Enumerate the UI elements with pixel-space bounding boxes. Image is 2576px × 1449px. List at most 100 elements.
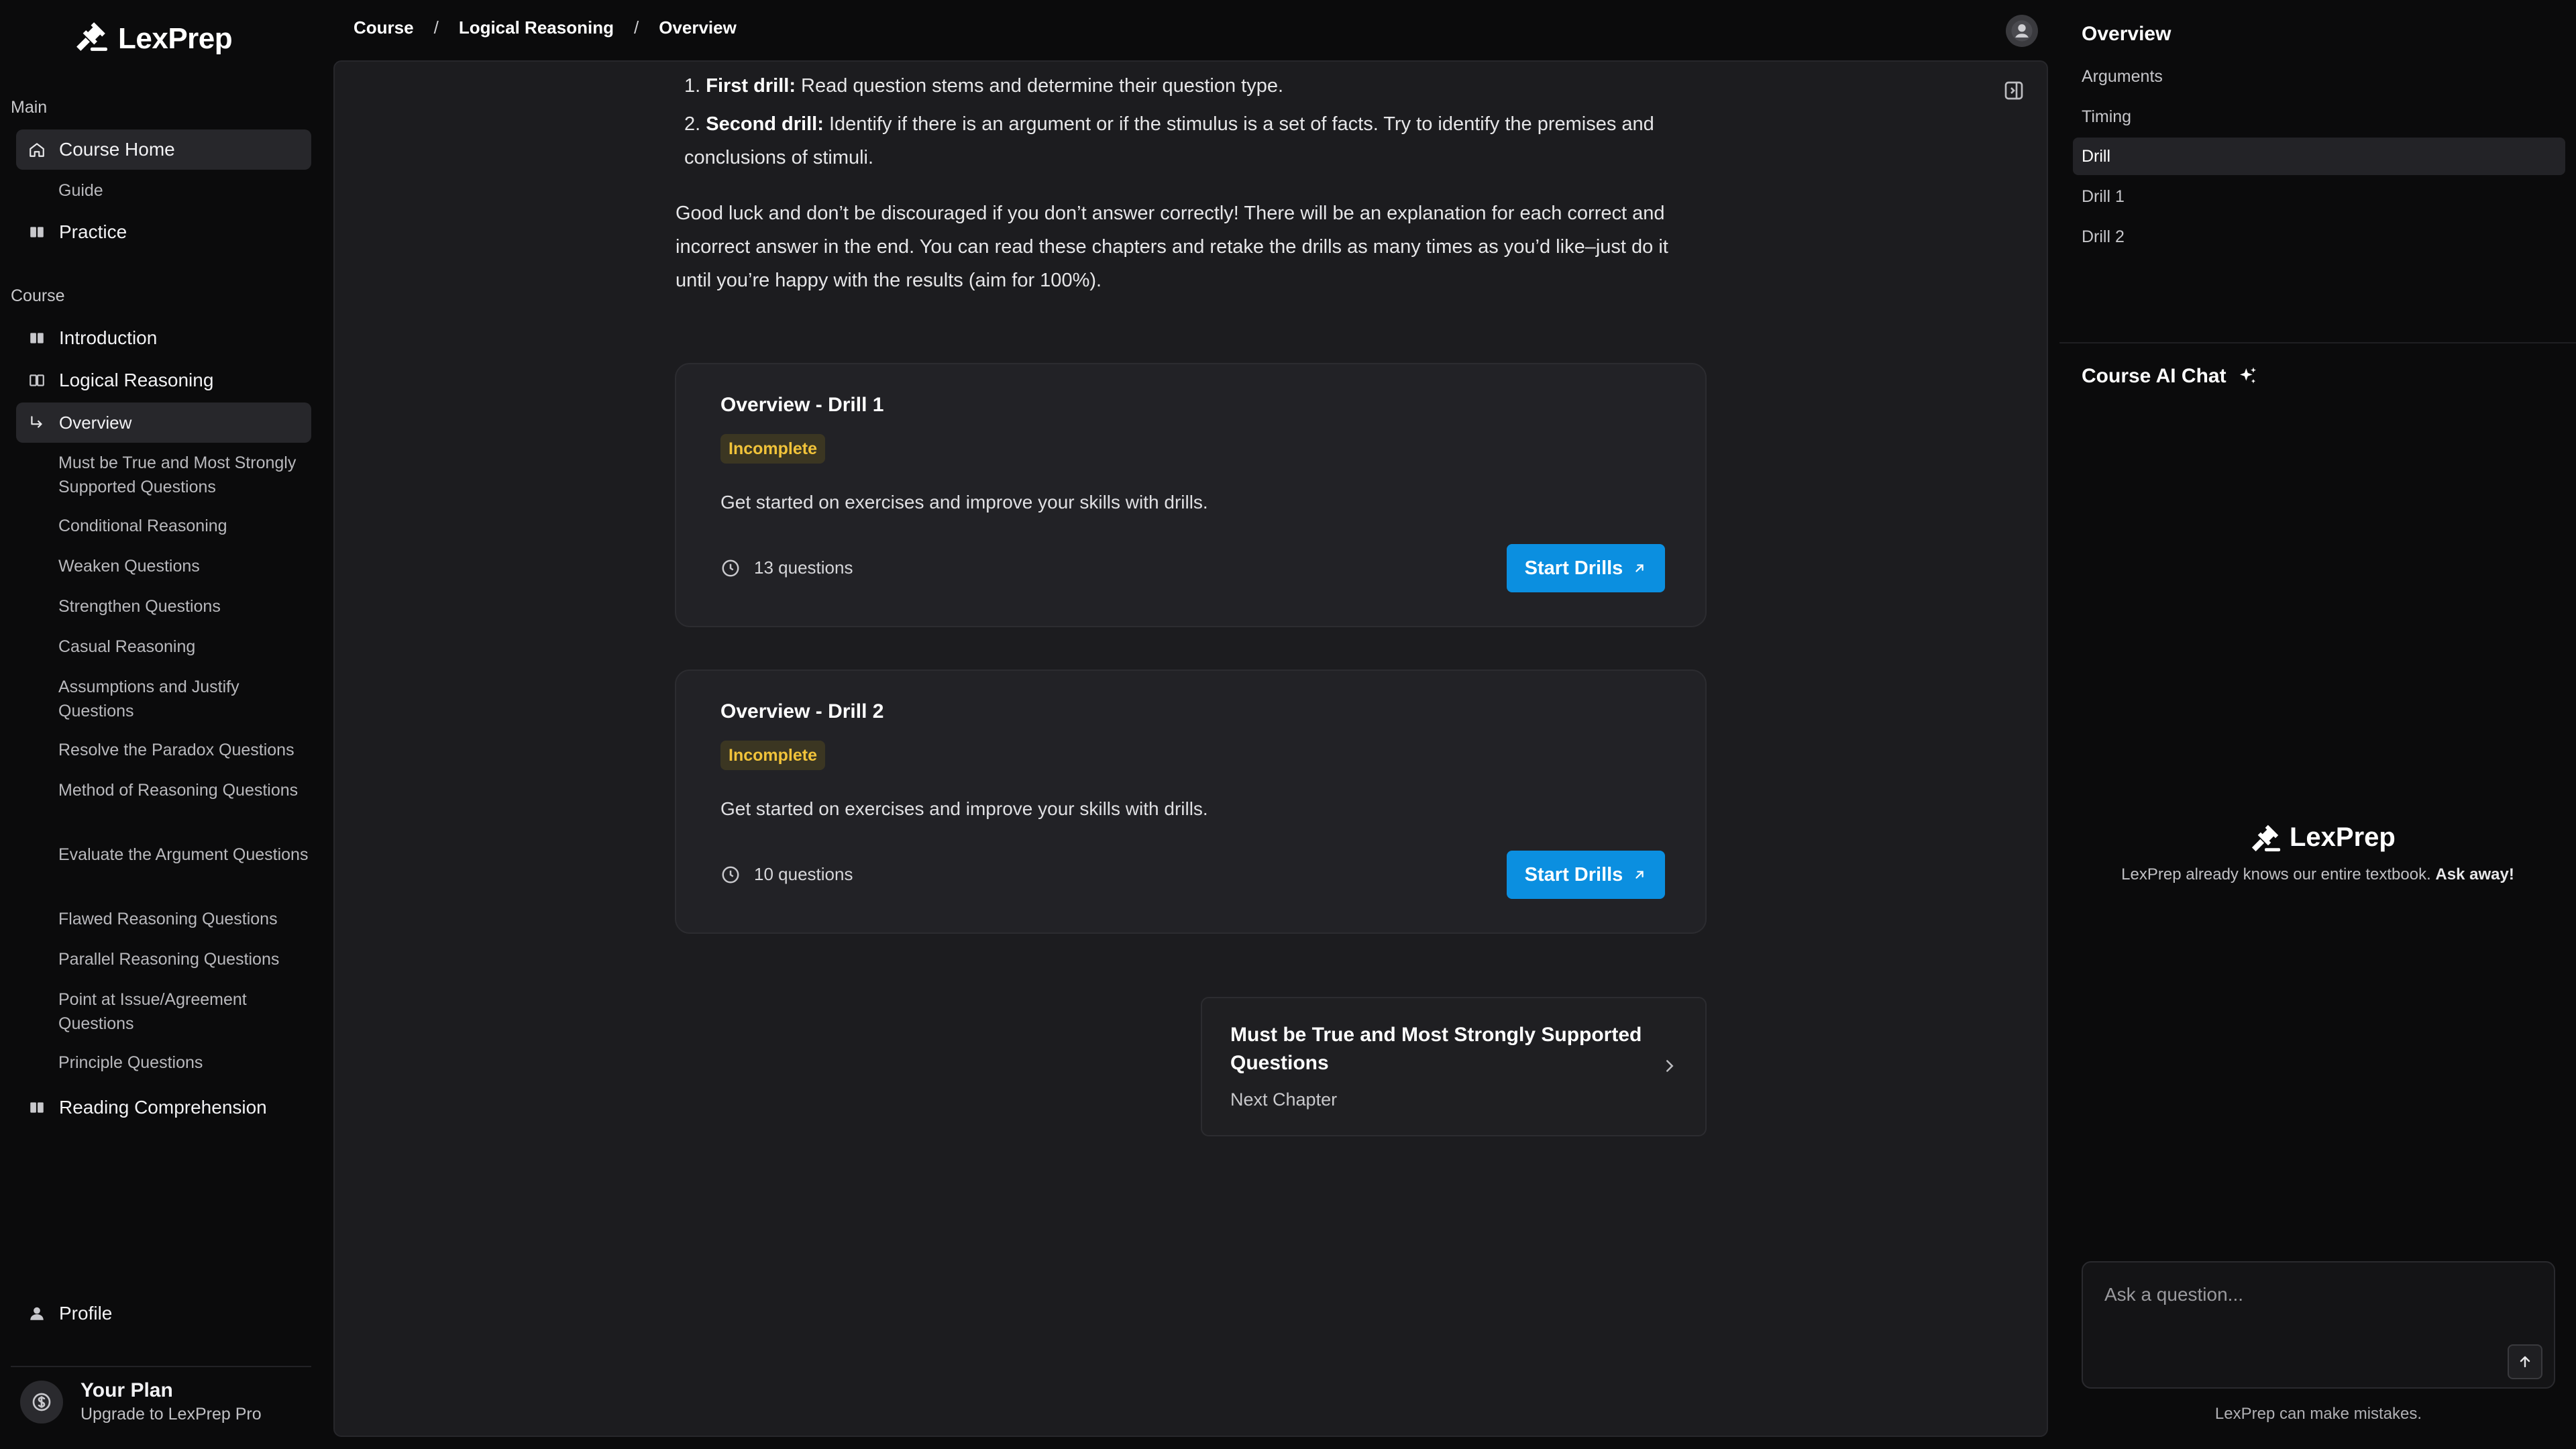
- clock-icon: [722, 866, 739, 883]
- drill-card-2: Overview - Drill 2 Incomplete Get starte…: [675, 669, 1707, 934]
- gavel-icon: [75, 19, 109, 60]
- nav-label: Profile: [59, 1303, 113, 1324]
- plan-upgrade[interactable]: Your Plan Upgrade to LexPrep Pro: [20, 1379, 262, 1424]
- next-chapter-label: Next Chapter: [1230, 1089, 1338, 1110]
- divider: [11, 1366, 311, 1367]
- panel-toggle-button[interactable]: [2002, 79, 2025, 102]
- home-icon: [27, 140, 47, 160]
- book-icon: [27, 222, 47, 242]
- nav-label: Introduction: [59, 327, 158, 348]
- list-number: 1.: [684, 75, 701, 97]
- toc-item-drill-2[interactable]: Drill 2: [2073, 218, 2565, 256]
- subchapter-item[interactable]: Flawed Reasoning Questions: [58, 907, 313, 931]
- nav-label: Practice: [59, 221, 127, 242]
- user-icon: [27, 1303, 47, 1324]
- send-button[interactable]: [2508, 1344, 2542, 1379]
- list-text: Read question stems and determine their …: [795, 75, 1284, 97]
- corner-arrow-icon: [27, 413, 47, 433]
- chat-hint-text: LexPrep already knows our entire textboo…: [2121, 865, 2431, 883]
- arrow-up-right-icon: [1635, 564, 1644, 572]
- next-chapter-card[interactable]: Must be True and Most Strongly Supported…: [1201, 997, 1707, 1136]
- chevron-right-icon: [1666, 1060, 1674, 1072]
- list-bold-label: Second drill:: [706, 113, 824, 135]
- nav-logical-reasoning[interactable]: Logical Reasoning: [16, 360, 311, 400]
- nav-course-home[interactable]: Course Home: [16, 129, 311, 170]
- breadcrumb-course[interactable]: Course: [354, 17, 414, 38]
- status-badge: Incomplete: [720, 741, 825, 770]
- nav-label: Course Home: [59, 139, 175, 160]
- gavel-icon: [2251, 824, 2281, 852]
- chat-hint-bold: Ask away!: [2435, 865, 2514, 883]
- chat-disclaimer: LexPrep can make mistakes.: [2214, 1405, 2422, 1423]
- intro-paragraph: Good luck and don’t be discouraged if yo…: [676, 203, 1668, 291]
- user-avatar[interactable]: [2006, 15, 2038, 47]
- subchapter-item[interactable]: Parallel Reasoning Questions: [58, 947, 313, 971]
- button-label: Start Drills: [1524, 863, 1623, 885]
- avatar-icon: [2011, 20, 2033, 42]
- toc-item-arguments[interactable]: Arguments: [2073, 58, 2565, 95]
- list-text: Identify if there is an argument or if t…: [684, 113, 1654, 168]
- toc-title: Overview: [2082, 23, 2171, 45]
- subchapter-item[interactable]: Casual Reasoning: [58, 635, 313, 659]
- subchapter-item[interactable]: Must be True and Most Strongly Supported…: [58, 451, 313, 499]
- breadcrumb-logical-reasoning[interactable]: Logical Reasoning: [459, 17, 614, 38]
- button-label: Start Drills: [1524, 557, 1623, 579]
- book-icon: [27, 1097, 47, 1118]
- breadcrumb: Course / Logical Reasoning / Overview: [354, 17, 737, 38]
- drill-title: Overview - Drill 2: [720, 700, 884, 722]
- book-open-icon: [27, 370, 47, 390]
- subchapter-item[interactable]: Assumptions and Justify Questions: [58, 675, 313, 723]
- drill-list-item-1: 1. First drill: Read question stems and …: [684, 69, 1704, 103]
- divider: [2059, 342, 2576, 343]
- plan-subtitle: Upgrade to LexPrep Pro: [80, 1405, 262, 1424]
- drill-question-count: 13 questions: [720, 557, 853, 578]
- subchapter-item[interactable]: Resolve the Paradox Questions: [58, 738, 313, 762]
- subchapter-item[interactable]: Method of Reasoning Questions: [58, 778, 313, 802]
- arrow-up-icon: [2520, 1356, 2530, 1368]
- subchapter-item[interactable]: Principle Questions: [58, 1051, 313, 1075]
- toc-item-timing[interactable]: Timing: [2073, 98, 2565, 136]
- app-logo[interactable]: LexPrep: [75, 19, 233, 60]
- app-name: LexPrep: [118, 22, 233, 55]
- drill-description: Get started on exercises and improve you…: [720, 492, 1208, 513]
- section-label-course: Course: [11, 286, 65, 305]
- right-panel: [2059, 0, 2576, 1449]
- start-drills-button[interactable]: Start Drills: [1507, 851, 1665, 899]
- subchapter-item[interactable]: Point at Issue/Agreement Questions: [58, 987, 313, 1036]
- start-drills-button[interactable]: Start Drills: [1507, 544, 1665, 592]
- toc-item-drill-1[interactable]: Drill 1: [2073, 178, 2565, 215]
- drill-title: Overview - Drill 1: [720, 394, 884, 416]
- subchapter-item[interactable]: Weaken Questions: [58, 554, 313, 578]
- subchapter-item[interactable]: Conditional Reasoning: [58, 514, 313, 538]
- breadcrumb-separator: /: [433, 17, 439, 38]
- clock-icon: [722, 559, 739, 576]
- breadcrumb-overview[interactable]: Overview: [659, 17, 737, 38]
- nav-reading-comprehension[interactable]: Reading Comprehension: [16, 1087, 311, 1128]
- drill-card-1: Overview - Drill 1 Incomplete Get starte…: [675, 363, 1707, 627]
- chat-question-input[interactable]: [2082, 1261, 2555, 1389]
- nav-label: Reading Comprehension: [59, 1097, 267, 1118]
- nav-introduction[interactable]: Introduction: [16, 318, 311, 358]
- nav-label: Logical Reasoning: [59, 370, 214, 390]
- sidebar-toggle-icon: [2004, 81, 2023, 100]
- chat-brand-logo: LexPrep: [2251, 822, 2396, 853]
- breadcrumb-separator: /: [633, 17, 639, 38]
- toc-item-drill[interactable]: Drill: [2073, 138, 2565, 175]
- subchapter-item[interactable]: Strengthen Questions: [58, 594, 313, 619]
- dollar-icon: [20, 1380, 63, 1424]
- book-icon: [27, 328, 47, 348]
- chat-title-text: Course AI Chat: [2082, 365, 2226, 387]
- nav-guide[interactable]: Guide: [58, 178, 313, 203]
- nav-overview[interactable]: Overview: [16, 402, 311, 443]
- nav-profile[interactable]: Profile: [16, 1295, 112, 1332]
- question-count-text: 13 questions: [754, 557, 853, 578]
- list-number: 2.: [684, 113, 701, 135]
- subchapter-item[interactable]: Evaluate the Argument Questions: [58, 843, 313, 867]
- drill-list-item-2: 2. Second drill: Identify if there is an…: [684, 107, 1704, 174]
- drill-question-count: 10 questions: [720, 864, 853, 885]
- nav-practice[interactable]: Practice: [16, 212, 311, 252]
- question-count-text: 10 questions: [754, 864, 853, 884]
- list-bold-label: First drill:: [706, 75, 796, 97]
- sidebar: LexPrep Main Course Home Guide Practice …: [0, 0, 329, 1449]
- next-chapter-title: Must be True and Most Strongly Supported…: [1230, 1024, 1642, 1074]
